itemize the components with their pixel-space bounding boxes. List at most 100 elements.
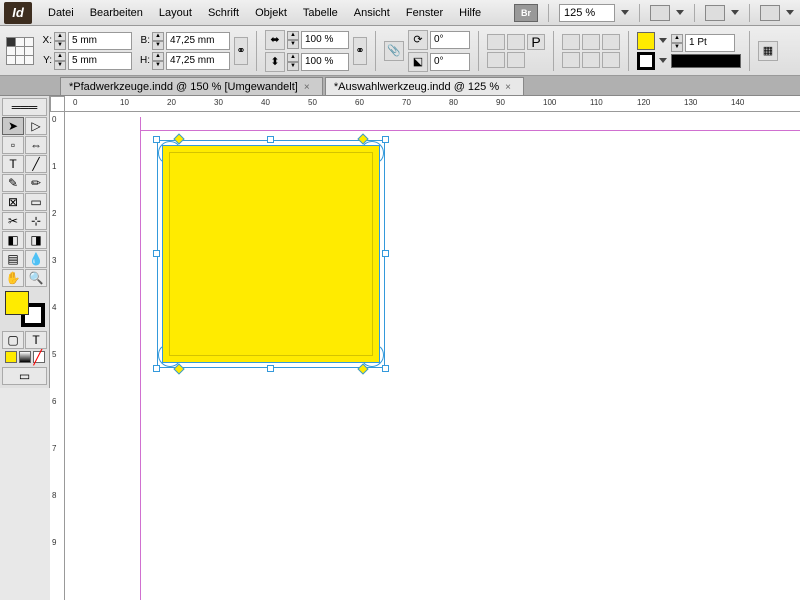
- menu-layout[interactable]: Layout: [151, 3, 200, 23]
- handle-l[interactable]: [153, 250, 160, 257]
- bridge-button[interactable]: Br: [514, 4, 538, 22]
- handle-t[interactable]: [267, 136, 274, 143]
- selection-tool[interactable]: ➤: [2, 117, 24, 135]
- rotate-icon: ⟳: [408, 30, 428, 50]
- line-tool[interactable]: ╱: [25, 155, 47, 173]
- type-tool[interactable]: T: [2, 155, 24, 173]
- rotate-ccw-icon[interactable]: [507, 34, 525, 50]
- mirror-icon[interactable]: [507, 52, 525, 68]
- rectangle-tool[interactable]: ▭: [25, 193, 47, 211]
- note-tool[interactable]: ▤: [2, 250, 24, 268]
- view-options-icon[interactable]: [650, 5, 670, 21]
- screen-mode-icon[interactable]: [705, 5, 725, 21]
- doc-tab-2[interactable]: *Auswahlwerkzeug.indd @ 125 % ×: [325, 77, 524, 95]
- fill-stroke-proxy[interactable]: [5, 291, 45, 327]
- chevron-down-icon[interactable]: [659, 58, 667, 63]
- scissors-tool[interactable]: ✂: [2, 212, 24, 230]
- apply-color-icon[interactable]: [5, 351, 17, 363]
- menu-ansicht[interactable]: Ansicht: [346, 3, 398, 23]
- scale-x-icon: ⬌: [265, 30, 285, 50]
- align-icon-6[interactable]: [602, 52, 620, 68]
- x-down[interactable]: ▼: [54, 41, 66, 50]
- menu-objekt[interactable]: Objekt: [247, 3, 295, 23]
- ruler-origin[interactable]: [50, 96, 65, 112]
- close-icon[interactable]: ×: [304, 82, 314, 92]
- formatting-container-icon[interactable]: ▢: [2, 331, 24, 349]
- stroke-weight-input[interactable]: 1 Pt: [685, 34, 735, 52]
- handle-br[interactable]: [382, 365, 389, 372]
- free-transform-tool[interactable]: ⊹: [25, 212, 47, 230]
- menu-bearbeiten[interactable]: Bearbeiten: [82, 3, 151, 23]
- shear-input[interactable]: 0°: [430, 53, 470, 71]
- x-up[interactable]: ▲: [54, 32, 66, 41]
- height-input[interactable]: 47,25 mm: [166, 52, 230, 70]
- menu-tabelle[interactable]: Tabelle: [295, 3, 346, 23]
- fill-swatch[interactable]: [637, 32, 655, 50]
- stroke-style[interactable]: [671, 54, 741, 68]
- page-tool[interactable]: ▫: [2, 136, 24, 154]
- handle-r[interactable]: [382, 250, 389, 257]
- chevron-down-icon[interactable]: [676, 10, 684, 15]
- formatting-text-icon[interactable]: T: [25, 331, 47, 349]
- reference-point-grid[interactable]: [6, 37, 34, 65]
- doc-tab-1[interactable]: *Pfadwerkzeuge.indd @ 150 % [Umgewandelt…: [60, 77, 323, 95]
- handle-tl[interactable]: [153, 136, 160, 143]
- rotate-cw-icon[interactable]: [487, 34, 505, 50]
- gradient-feather-tool[interactable]: ◨: [25, 231, 47, 249]
- stroke-swatch[interactable]: [637, 52, 655, 70]
- apply-gradient-icon[interactable]: [19, 351, 31, 363]
- vertical-ruler[interactable]: 0 1 2 3 4 5 6 7 8 9: [50, 112, 65, 600]
- view-mode-toggle[interactable]: ▭: [2, 367, 47, 385]
- zoom-dropdown-icon[interactable]: [621, 10, 629, 15]
- gradient-swatch-tool[interactable]: ◧: [2, 231, 24, 249]
- y-down[interactable]: ▼: [54, 61, 66, 70]
- pencil-tool[interactable]: ✏: [25, 174, 47, 192]
- x-input[interactable]: 5 mm: [68, 32, 132, 50]
- align-icon-1[interactable]: [562, 34, 580, 50]
- flip-v-icon[interactable]: [487, 52, 505, 68]
- horizontal-ruler[interactable]: 0 10 20 30 40 50 60 70 80 90 100 110 120…: [65, 96, 800, 112]
- align-icon-2[interactable]: [582, 34, 600, 50]
- y-up[interactable]: ▲: [54, 52, 66, 61]
- apply-none-icon[interactable]: ╱: [33, 351, 45, 363]
- menu-schrift[interactable]: Schrift: [200, 3, 247, 23]
- scale-y-input[interactable]: 100 %: [301, 53, 349, 71]
- gap-tool[interactable]: ⇔: [25, 136, 47, 154]
- toolbox-grip[interactable]: ═══: [2, 98, 47, 116]
- effects-icon[interactable]: ▦: [758, 41, 778, 61]
- chevron-down-icon[interactable]: [786, 10, 794, 15]
- handle-b[interactable]: [267, 365, 274, 372]
- hand-tool[interactable]: ✋: [2, 269, 24, 287]
- menu-hilfe[interactable]: Hilfe: [451, 3, 489, 23]
- menu-fenster[interactable]: Fenster: [398, 3, 451, 23]
- pen-tool[interactable]: ✎: [2, 174, 24, 192]
- handle-tr[interactable]: [382, 136, 389, 143]
- zoom-tool[interactable]: 🔍: [25, 269, 47, 287]
- menu-datei[interactable]: Datei: [40, 3, 82, 23]
- handle-bl[interactable]: [153, 365, 160, 372]
- canvas[interactable]: [65, 112, 800, 600]
- align-icon-4[interactable]: [562, 52, 580, 68]
- flip-h-icon[interactable]: P: [527, 34, 545, 50]
- zoom-level[interactable]: 125 %: [559, 4, 615, 22]
- align-icon-5[interactable]: [582, 52, 600, 68]
- direct-selection-tool[interactable]: ▷: [25, 117, 47, 135]
- arrange-icon[interactable]: [760, 5, 780, 21]
- chevron-down-icon[interactable]: [731, 10, 739, 15]
- close-icon[interactable]: ×: [505, 82, 515, 92]
- chevron-down-icon[interactable]: [659, 38, 667, 43]
- align-icon-3[interactable]: [602, 34, 620, 50]
- y-input[interactable]: 5 mm: [68, 52, 132, 70]
- fill-color-icon[interactable]: [5, 291, 29, 315]
- clip-icon[interactable]: 📎: [384, 41, 404, 61]
- rectangle-frame-tool[interactable]: ⊠: [2, 193, 24, 211]
- constrain-scale-icon[interactable]: ⚭: [353, 37, 367, 65]
- eyedropper-tool[interactable]: 💧: [25, 250, 47, 268]
- rotate-input[interactable]: 0°: [430, 31, 470, 49]
- scale-x-input[interactable]: 100 %: [301, 31, 349, 49]
- selected-object[interactable]: [157, 140, 385, 368]
- width-input[interactable]: 47,25 mm: [166, 32, 230, 50]
- margin-guide-h: [140, 130, 800, 132]
- constrain-proportions-icon[interactable]: ⚭: [234, 37, 248, 65]
- toolbox: ═══ ➤ ▷ ▫ ⇔ T ╱ ✎ ✏ ⊠ ▭ ✂ ⊹ ◧ ◨ ▤ 💧 ✋ 🔍 …: [0, 96, 50, 388]
